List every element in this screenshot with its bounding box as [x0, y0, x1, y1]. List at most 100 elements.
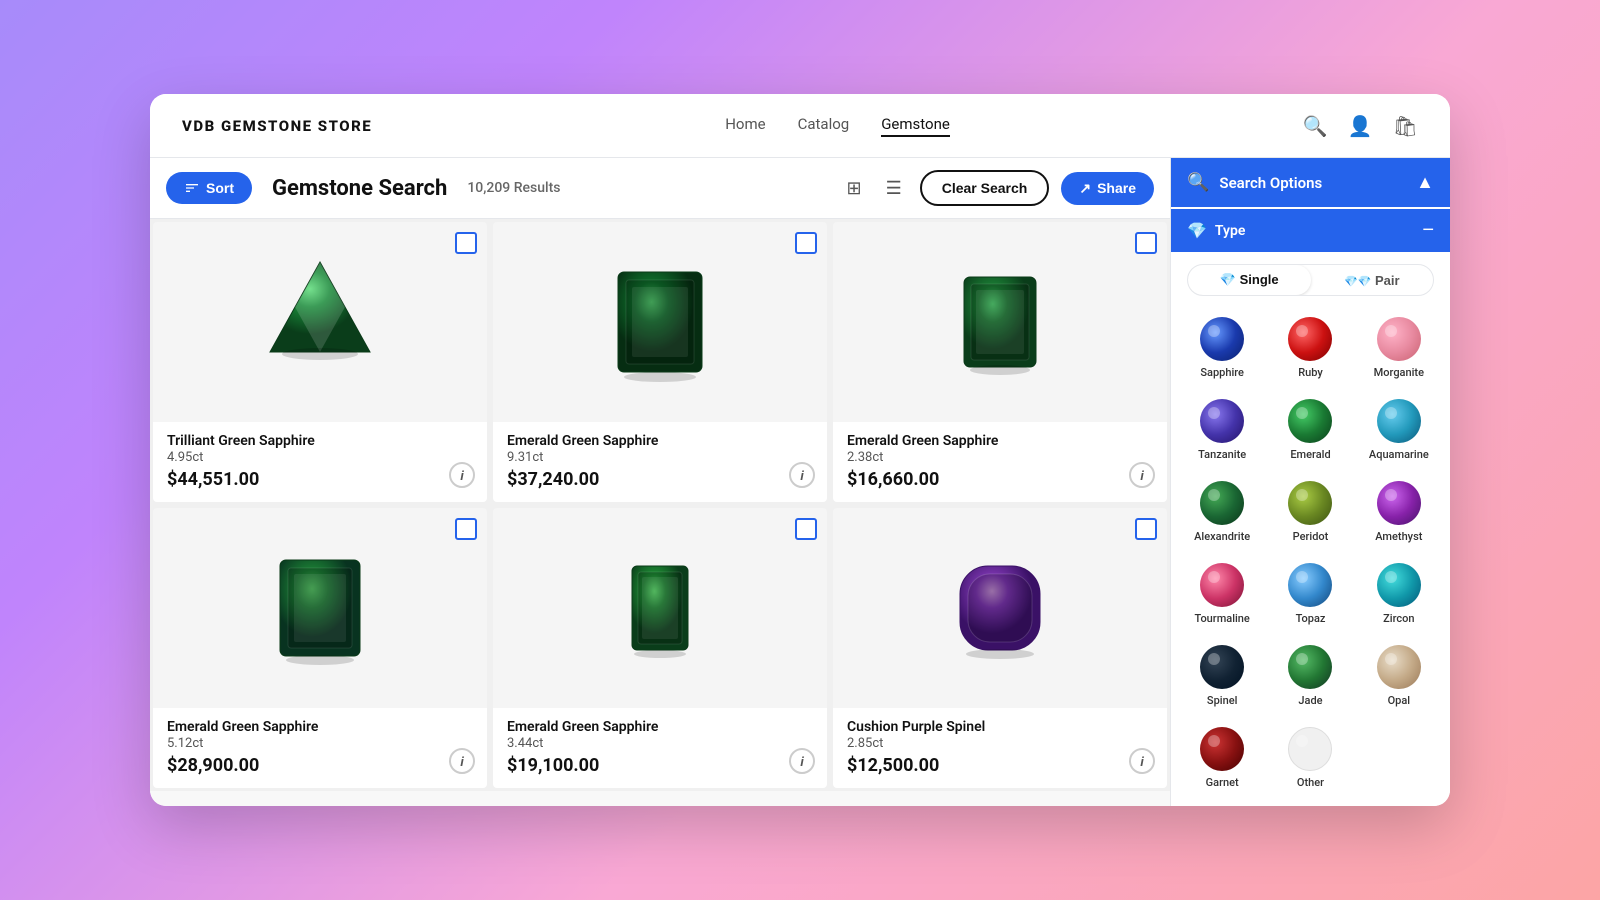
gem-type-item[interactable]: Tourmaline — [1179, 554, 1265, 634]
product-info-1: Trilliant Green Sapphire 4.95ct $44,551.… — [153, 422, 487, 502]
cart-icon[interactable]: 🛍 — [1393, 114, 1418, 138]
product-image-4 — [153, 508, 487, 708]
gem-type-name: Ruby — [1298, 366, 1323, 379]
gem-type-name: Spinel — [1207, 694, 1237, 707]
product-info-2: Emerald Green Sapphire 9.31ct $37,240.00 — [493, 422, 827, 502]
gem-type-name: Tourmaline — [1194, 612, 1249, 625]
type-gem-icon: 💎 — [1187, 221, 1207, 240]
gem-circle — [1200, 317, 1244, 361]
product-name-1: Trilliant Green Sapphire — [167, 432, 473, 450]
product-weight-5: 3.44ct — [507, 736, 813, 751]
list-view-button[interactable]: ☰ — [880, 174, 908, 203]
gem-type-item[interactable]: Ruby — [1267, 308, 1353, 388]
product-price-6: $12,500.00 — [847, 755, 1153, 776]
table-row: Emerald Green Sapphire 5.12ct $28,900.00… — [153, 508, 487, 788]
app-window: VDB GEMSTONE STORE Home Catalog Gemstone… — [150, 94, 1450, 806]
product-info-4: Emerald Green Sapphire 5.12ct $28,900.00 — [153, 708, 487, 788]
search-options-panel: 🔍 Search Options ▲ 💎 Type − 💎 Single 💎💎 … — [1170, 158, 1450, 806]
gem-type-item[interactable]: Tanzanite — [1179, 390, 1265, 470]
nav-gemstone[interactable]: Gemstone — [881, 115, 950, 137]
gem-circle — [1200, 399, 1244, 443]
product-price-3: $16,660.00 — [847, 469, 1153, 490]
pair-label: Pair — [1375, 273, 1400, 288]
product-checkbox-6[interactable] — [1135, 518, 1157, 540]
gem-type-item[interactable]: Amethyst — [1356, 472, 1442, 552]
product-info-3: Emerald Green Sapphire 2.38ct $16,660.00 — [833, 422, 1167, 502]
search-options-icon: 🔍 — [1187, 172, 1209, 193]
product-weight-6: 2.85ct — [847, 736, 1153, 751]
gem-type-item[interactable]: Jade — [1267, 636, 1353, 716]
gem-type-item[interactable]: Peridot — [1267, 472, 1353, 552]
gem-type-item[interactable]: Morganite — [1356, 308, 1442, 388]
gem-type-item[interactable]: Zircon — [1356, 554, 1442, 634]
info-button-1[interactable]: i — [449, 462, 475, 488]
product-info-6: Cushion Purple Spinel 2.85ct $12,500.00 — [833, 708, 1167, 788]
gem-type-item[interactable]: Spinel — [1179, 636, 1265, 716]
single-toggle-button[interactable]: 💎 Single — [1188, 265, 1311, 295]
gem-type-name: Jade — [1298, 694, 1322, 707]
sort-button[interactable]: Sort — [166, 172, 252, 204]
product-checkbox-1[interactable] — [455, 232, 477, 254]
product-info-5: Emerald Green Sapphire 3.44ct $19,100.00 — [493, 708, 827, 788]
gem-type-item[interactable]: Aquamarine — [1356, 390, 1442, 470]
gem-type-item[interactable]: Sapphire — [1179, 308, 1265, 388]
nav-home[interactable]: Home — [725, 115, 765, 137]
gem-type-item[interactable]: Other — [1267, 718, 1353, 798]
main-area: Sort Gemstone Search 10,209 Results ⊞ ☰ … — [150, 158, 1450, 806]
product-price-5: $19,100.00 — [507, 755, 813, 776]
gem-type-name: Sapphire — [1200, 366, 1244, 379]
gem-circle — [1288, 563, 1332, 607]
table-row: Emerald Green Sapphire 3.44ct $19,100.00… — [493, 508, 827, 788]
share-icon: ↗ — [1079, 180, 1091, 197]
gem-circle — [1288, 317, 1332, 361]
user-icon[interactable]: 👤 — [1348, 114, 1373, 138]
search-title: Gemstone Search — [272, 176, 447, 201]
sort-icon — [184, 180, 200, 196]
product-checkbox-3[interactable] — [1135, 232, 1157, 254]
logo: VDB GEMSTONE STORE — [182, 117, 372, 135]
pair-toggle-button[interactable]: 💎💎 Pair — [1311, 265, 1434, 295]
clear-search-button[interactable]: Clear Search — [920, 170, 1050, 206]
gem-type-item[interactable]: Topaz — [1267, 554, 1353, 634]
gem-circle — [1288, 645, 1332, 689]
results-count: 10,209 Results — [467, 180, 560, 196]
gem-type-item[interactable]: Opal — [1356, 636, 1442, 716]
gem-circle — [1377, 645, 1421, 689]
product-image-2 — [493, 222, 827, 422]
collapse-button[interactable]: ▲ — [1416, 172, 1434, 193]
gem-type-item[interactable]: Alexandrite — [1179, 472, 1265, 552]
gem-type-name: Peridot — [1293, 530, 1329, 543]
product-image-5 — [493, 508, 827, 708]
search-icon[interactable]: 🔍 — [1303, 114, 1328, 138]
product-checkbox-2[interactable] — [795, 232, 817, 254]
table-row: Emerald Green Sapphire 9.31ct $37,240.00… — [493, 222, 827, 502]
grid-view-button[interactable]: ⊞ — [841, 174, 868, 203]
gem-circle — [1200, 727, 1244, 771]
gem-type-item[interactable]: Emerald — [1267, 390, 1353, 470]
product-price-4: $28,900.00 — [167, 755, 473, 776]
nav: Home Catalog Gemstone — [725, 115, 950, 137]
nav-catalog[interactable]: Catalog — [798, 115, 850, 137]
info-button-2[interactable]: i — [789, 462, 815, 488]
type-label: Type — [1215, 223, 1414, 239]
product-image-1 — [153, 222, 487, 422]
product-checkbox-5[interactable] — [795, 518, 817, 540]
product-name-5: Emerald Green Sapphire — [507, 718, 813, 736]
products-grid: Trilliant Green Sapphire 4.95ct $44,551.… — [150, 219, 1170, 791]
left-panel: Sort Gemstone Search 10,209 Results ⊞ ☰ … — [150, 158, 1170, 806]
gem-type-name: Emerald — [1290, 448, 1330, 461]
gem-type-name: Tanzanite — [1198, 448, 1246, 461]
product-weight-4: 5.12ct — [167, 736, 473, 751]
share-button[interactable]: ↗ Share — [1061, 172, 1154, 205]
type-collapse-button[interactable]: − — [1422, 219, 1434, 242]
product-checkbox-4[interactable] — [455, 518, 477, 540]
gem-type-item[interactable]: Garnet — [1179, 718, 1265, 798]
gem-type-name: Other — [1297, 776, 1324, 789]
toolbar: Sort Gemstone Search 10,209 Results ⊞ ☰ … — [150, 158, 1170, 219]
single-icon: 💎 — [1220, 272, 1236, 287]
gem-circle — [1200, 563, 1244, 607]
search-options-title: Search Options — [1219, 174, 1406, 192]
gem-circle — [1377, 317, 1421, 361]
gem-circle — [1377, 563, 1421, 607]
info-button-3[interactable]: i — [1129, 462, 1155, 488]
